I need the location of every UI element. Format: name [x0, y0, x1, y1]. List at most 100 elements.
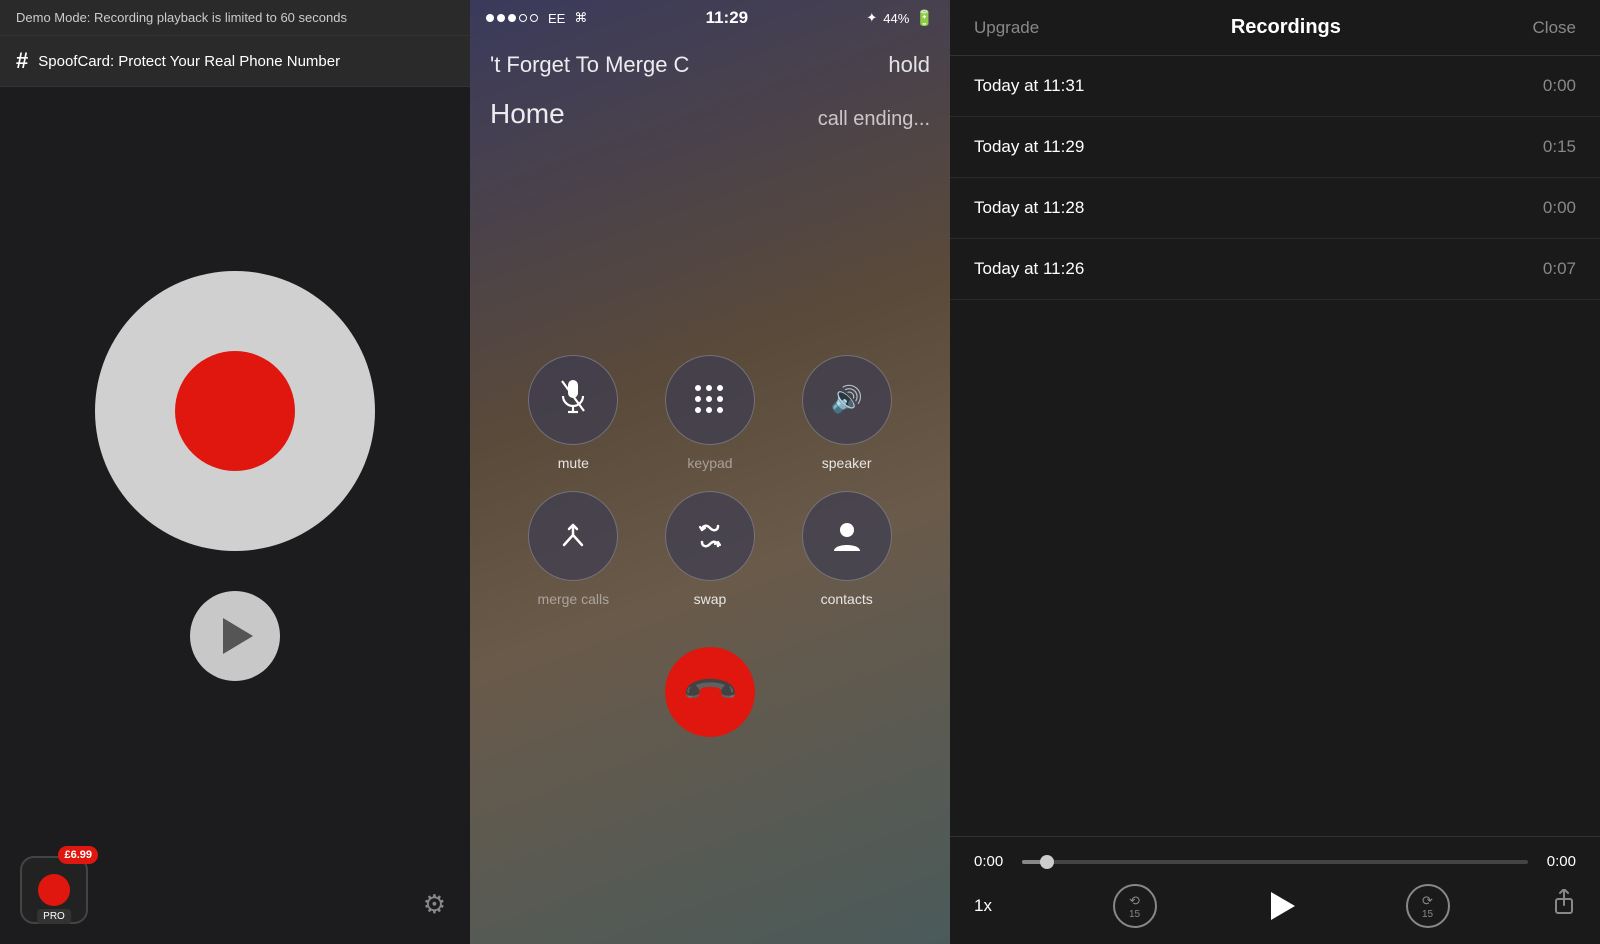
recording-duration: 0:00 — [1543, 76, 1576, 96]
status-right: ✦ 44% 🔋 — [866, 9, 934, 27]
progress-thumb[interactable] — [1040, 855, 1054, 869]
price-badge: £6.99 — [58, 846, 98, 864]
call-ending-label: call ending... — [818, 108, 930, 131]
keypad-button[interactable]: keypad — [657, 355, 764, 471]
recording-time: Today at 11:31 — [974, 76, 1084, 96]
speaker-circle: 🔊 — [802, 355, 892, 445]
close-button[interactable]: Close — [1533, 18, 1576, 38]
merge-circle — [528, 491, 618, 581]
mute-button[interactable]: mute — [520, 355, 627, 471]
call-name-area: 't Forget To Merge C Home — [490, 52, 689, 131]
battery-label: 44% — [883, 11, 909, 26]
player-area: 0:00 0:00 1x ⟲ 15 ⟳ 15 — [950, 836, 1600, 944]
play-button[interactable] — [190, 591, 280, 681]
recordings-list: Today at 11:31 0:00Today at 11:29 0:15To… — [950, 56, 1600, 836]
bluetooth-icon: ✦ — [866, 10, 877, 26]
keypad-circle — [665, 355, 755, 445]
hold-label: hold — [818, 52, 930, 78]
mute-label: mute — [558, 455, 589, 471]
demo-banner: Demo Mode: Recording playback is limited… — [0, 0, 470, 36]
swap-circle — [665, 491, 755, 581]
recording-duration: 0:00 — [1543, 198, 1576, 218]
merge-calls-button[interactable]: merge calls — [520, 491, 627, 607]
recording-item[interactable]: Today at 11:28 0:00 — [950, 178, 1600, 239]
pro-badge[interactable]: £6.99 PRO — [20, 856, 88, 924]
call-buttons-area: mute keypad 🔊 speaker — [470, 147, 950, 944]
swap-button[interactable]: swap — [657, 491, 764, 607]
call-label: 't Forget To Merge C — [490, 52, 689, 78]
recording-item[interactable]: Today at 11:26 0:07 — [950, 239, 1600, 300]
recording-time: Today at 11:26 — [974, 259, 1084, 279]
record-button[interactable] — [95, 271, 375, 551]
time-start: 0:00 — [974, 853, 1010, 870]
upgrade-button[interactable]: Upgrade — [974, 18, 1039, 38]
record-area — [0, 87, 470, 944]
recording-item[interactable]: Today at 11:29 0:15 — [950, 117, 1600, 178]
pro-label: PRO — [37, 909, 71, 924]
time-display: 11:29 — [706, 8, 749, 28]
recording-duration: 0:15 — [1543, 137, 1576, 157]
rewind-label: 15 — [1129, 909, 1140, 920]
keypad-label: keypad — [687, 455, 732, 471]
rewind-icon: ⟲ — [1129, 893, 1140, 909]
speaker-label: speaker — [822, 455, 872, 471]
swap-label: swap — [694, 591, 727, 607]
progress-row: 0:00 0:00 — [974, 853, 1576, 870]
share-button[interactable] — [1552, 889, 1576, 923]
forward-label: 15 — [1422, 909, 1433, 920]
call-grid: mute keypad 🔊 speaker — [520, 355, 900, 607]
pro-inner-dot — [38, 874, 70, 906]
status-left: EE ⌘ — [486, 10, 587, 26]
home-label: Home — [490, 98, 689, 130]
end-call-button[interactable]: 📞 — [665, 647, 755, 737]
speed-button[interactable]: 1x — [974, 896, 1010, 916]
hash-icon: # — [16, 48, 28, 74]
player-controls: 1x ⟲ 15 ⟳ 15 — [974, 884, 1576, 928]
phone-screen: EE ⌘ 11:29 ✦ 44% 🔋 't Forget To Merge C … — [470, 0, 950, 944]
rewind-button[interactable]: ⟲ 15 — [1113, 884, 1157, 928]
signal-dot-4 — [519, 14, 527, 22]
carrier-label: EE — [548, 11, 565, 26]
signal-dot-3 — [508, 14, 516, 22]
spoofcard-label: SpoofCard: Protect Your Real Phone Numbe… — [38, 53, 340, 70]
time-end: 0:00 — [1540, 853, 1576, 870]
recordings-header: Upgrade Recordings Close — [950, 0, 1600, 56]
signal-dots — [486, 14, 538, 22]
signal-dot-1 — [486, 14, 494, 22]
call-info: 't Forget To Merge C Home hold call endi… — [470, 36, 950, 147]
record-dot — [175, 351, 295, 471]
recording-duration: 0:07 — [1543, 259, 1576, 279]
spoofcard-bar[interactable]: # SpoofCard: Protect Your Real Phone Num… — [0, 36, 470, 87]
recording-time: Today at 11:28 — [974, 198, 1084, 218]
play-control-button[interactable] — [1259, 884, 1303, 928]
recording-time: Today at 11:29 — [974, 137, 1084, 157]
contacts-circle — [802, 491, 892, 581]
status-bar: EE ⌘ 11:29 ✦ 44% 🔋 — [470, 0, 950, 36]
right-panel: Upgrade Recordings Close Today at 11:31 … — [950, 0, 1600, 944]
forward-icon: ⟳ — [1422, 893, 1433, 909]
contacts-label: contacts — [821, 591, 873, 607]
mute-circle — [528, 355, 618, 445]
battery-icon: 🔋 — [915, 9, 934, 27]
contacts-button[interactable]: contacts — [793, 491, 900, 607]
signal-dot-5 — [530, 14, 538, 22]
keypad-icon — [695, 385, 725, 415]
play-ctrl-icon — [1271, 892, 1295, 920]
play-triangle-icon — [223, 618, 253, 654]
bottom-left: £6.99 PRO — [20, 856, 88, 924]
end-call-icon: 📞 — [679, 661, 740, 722]
forward-button[interactable]: ⟳ 15 — [1406, 884, 1450, 928]
call-status-right: hold call ending... — [818, 52, 930, 131]
mute-mic-icon — [559, 378, 587, 421]
settings-button[interactable]: ⚙ — [423, 889, 446, 920]
speaker-icon: 🔊 — [830, 384, 862, 415]
recordings-title: Recordings — [1231, 16, 1341, 39]
signal-dot-2 — [497, 14, 505, 22]
speaker-button[interactable]: 🔊 speaker — [793, 355, 900, 471]
left-panel: Demo Mode: Recording playback is limited… — [0, 0, 470, 944]
merge-calls-label: merge calls — [538, 591, 610, 607]
recording-item[interactable]: Today at 11:31 0:00 — [950, 56, 1600, 117]
progress-bar[interactable] — [1022, 860, 1528, 864]
wifi-icon: ⌘ — [574, 10, 587, 26]
demo-banner-text: Demo Mode: Recording playback is limited… — [16, 10, 347, 25]
